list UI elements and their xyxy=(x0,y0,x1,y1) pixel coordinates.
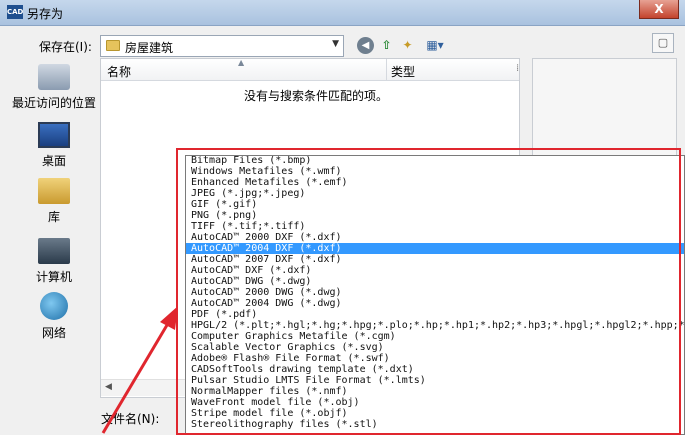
preview-toggle-icon[interactable]: ▢ xyxy=(652,33,674,53)
empty-message: 没有与搜索条件匹配的项。 xyxy=(244,89,389,103)
column-name[interactable]: 名称 xyxy=(107,63,131,80)
column-divider[interactable] xyxy=(386,59,387,81)
save-in-combo[interactable]: 房屋建筑 ▼ xyxy=(100,35,344,57)
close-button[interactable]: X xyxy=(639,0,679,19)
column-type[interactable]: 类型 xyxy=(391,63,415,80)
file-type-option[interactable]: WaveFront model file (*.obj) xyxy=(186,397,684,408)
file-type-option[interactable]: PDF (*.pdf) xyxy=(186,309,684,320)
place-library[interactable]: 库 xyxy=(10,178,98,225)
file-type-option[interactable]: AutoCAD™ 2000 DWG (*.dwg) xyxy=(186,287,684,298)
save-in-label: 保存在(I): xyxy=(39,40,92,54)
file-type-option[interactable]: Scalable Vector Graphics (*.svg) xyxy=(186,342,684,353)
file-type-option[interactable]: Enhanced Metafiles (*.emf) xyxy=(186,177,684,188)
places-bar: 最近访问的位置 桌面 库 计算机 网络 xyxy=(10,58,98,398)
place-label: 桌面 xyxy=(41,154,66,168)
file-type-list: Bitmap Files (*.bmp) Windows Metafiles (*… xyxy=(186,156,684,430)
column-header: 名称 ▲ 类型 ⁞ xyxy=(101,58,519,81)
file-type-option[interactable]: TIFF (*.tif;*.tiff) xyxy=(186,221,684,232)
back-icon[interactable]: ◀ xyxy=(357,37,374,54)
file-type-option[interactable]: Bitmap Files (*.bmp) xyxy=(186,156,684,166)
cad-app-icon: CAD xyxy=(7,5,23,19)
folder-icon xyxy=(106,40,120,51)
place-label: 网络 xyxy=(41,326,66,340)
library-icon xyxy=(38,178,70,204)
column-resize-icon[interactable]: ⁞ xyxy=(516,63,519,74)
file-type-option[interactable]: HPGL/2 (*.plt;*.hgl;*.hg;*.hpg;*.plo;*.h… xyxy=(186,320,684,331)
desktop-icon xyxy=(38,122,70,148)
file-type-option[interactable]: NormalMapper files (*.nmf) xyxy=(186,386,684,397)
title-bar: CAD 另存为 X xyxy=(0,0,685,26)
file-type-option[interactable]: AutoCAD™ DWG (*.dwg) xyxy=(186,276,684,287)
file-type-option[interactable]: Computer Graphics Metafile (*.cgm) xyxy=(186,331,684,342)
file-type-option[interactable]: AutoCAD™ 2004 DWG (*.dwg) xyxy=(186,298,684,309)
place-label: 库 xyxy=(47,210,60,224)
place-computer[interactable]: 计算机 xyxy=(10,238,98,285)
scroll-left-icon[interactable]: ◀ xyxy=(105,382,112,392)
file-type-option[interactable]: AutoCAD™ DXF (*.dxf) xyxy=(186,265,684,276)
file-type-dropdown[interactable]: Bitmap Files (*.bmp) Windows Metafiles (*… xyxy=(185,155,685,435)
file-type-option[interactable]: GIF (*.gif) xyxy=(186,199,684,210)
sort-up-icon: ▲ xyxy=(238,58,245,67)
file-type-option[interactable]: Pulsar Studio LMTS File Format (*.lmts) xyxy=(186,375,684,386)
place-recent[interactable]: 最近访问的位置 xyxy=(10,64,98,111)
file-type-option[interactable]: AutoCAD™ 2000 DXF (*.dxf) xyxy=(186,232,684,243)
place-desktop[interactable]: 桌面 xyxy=(10,122,98,169)
file-type-option[interactable]: Adobe® Flash® File Format (*.swf) xyxy=(186,353,684,364)
place-label: 最近访问的位置 xyxy=(11,96,96,110)
file-type-option[interactable]: Stripe model file (*.objf) xyxy=(186,408,684,419)
file-type-option[interactable]: AutoCAD™ 2007 DXF (*.dxf) xyxy=(186,254,684,265)
view-menu-icon[interactable]: ▦▾ xyxy=(422,37,448,54)
file-type-option[interactable]: Windows Metafiles (*.wmf) xyxy=(186,166,684,177)
file-type-option[interactable]: AutoCAD™ 2004 DXF (*.dxf) xyxy=(186,243,684,254)
file-type-option[interactable]: PNG (*.png) xyxy=(186,210,684,221)
place-label: 计算机 xyxy=(35,270,72,284)
window-title: 另存为 xyxy=(27,7,64,21)
file-type-option[interactable]: JPEG (*.jpg;*.jpeg) xyxy=(186,188,684,199)
new-folder-icon[interactable]: ✦ xyxy=(399,37,416,54)
network-icon xyxy=(40,292,68,320)
recent-places-icon xyxy=(38,64,70,90)
up-folder-icon[interactable]: ⇧ xyxy=(378,37,395,54)
file-type-option[interactable]: CADSoftTools drawing template (*.dxt) xyxy=(186,364,684,375)
file-type-option[interactable]: Stereolithography files (*.stl) xyxy=(186,419,684,430)
place-network[interactable]: 网络 xyxy=(10,292,98,341)
save-in-value: 房屋建筑 xyxy=(125,41,174,55)
computer-icon xyxy=(38,238,70,264)
chevron-down-icon[interactable]: ▼ xyxy=(332,39,339,49)
filename-label: 文件名(N): xyxy=(101,412,160,426)
